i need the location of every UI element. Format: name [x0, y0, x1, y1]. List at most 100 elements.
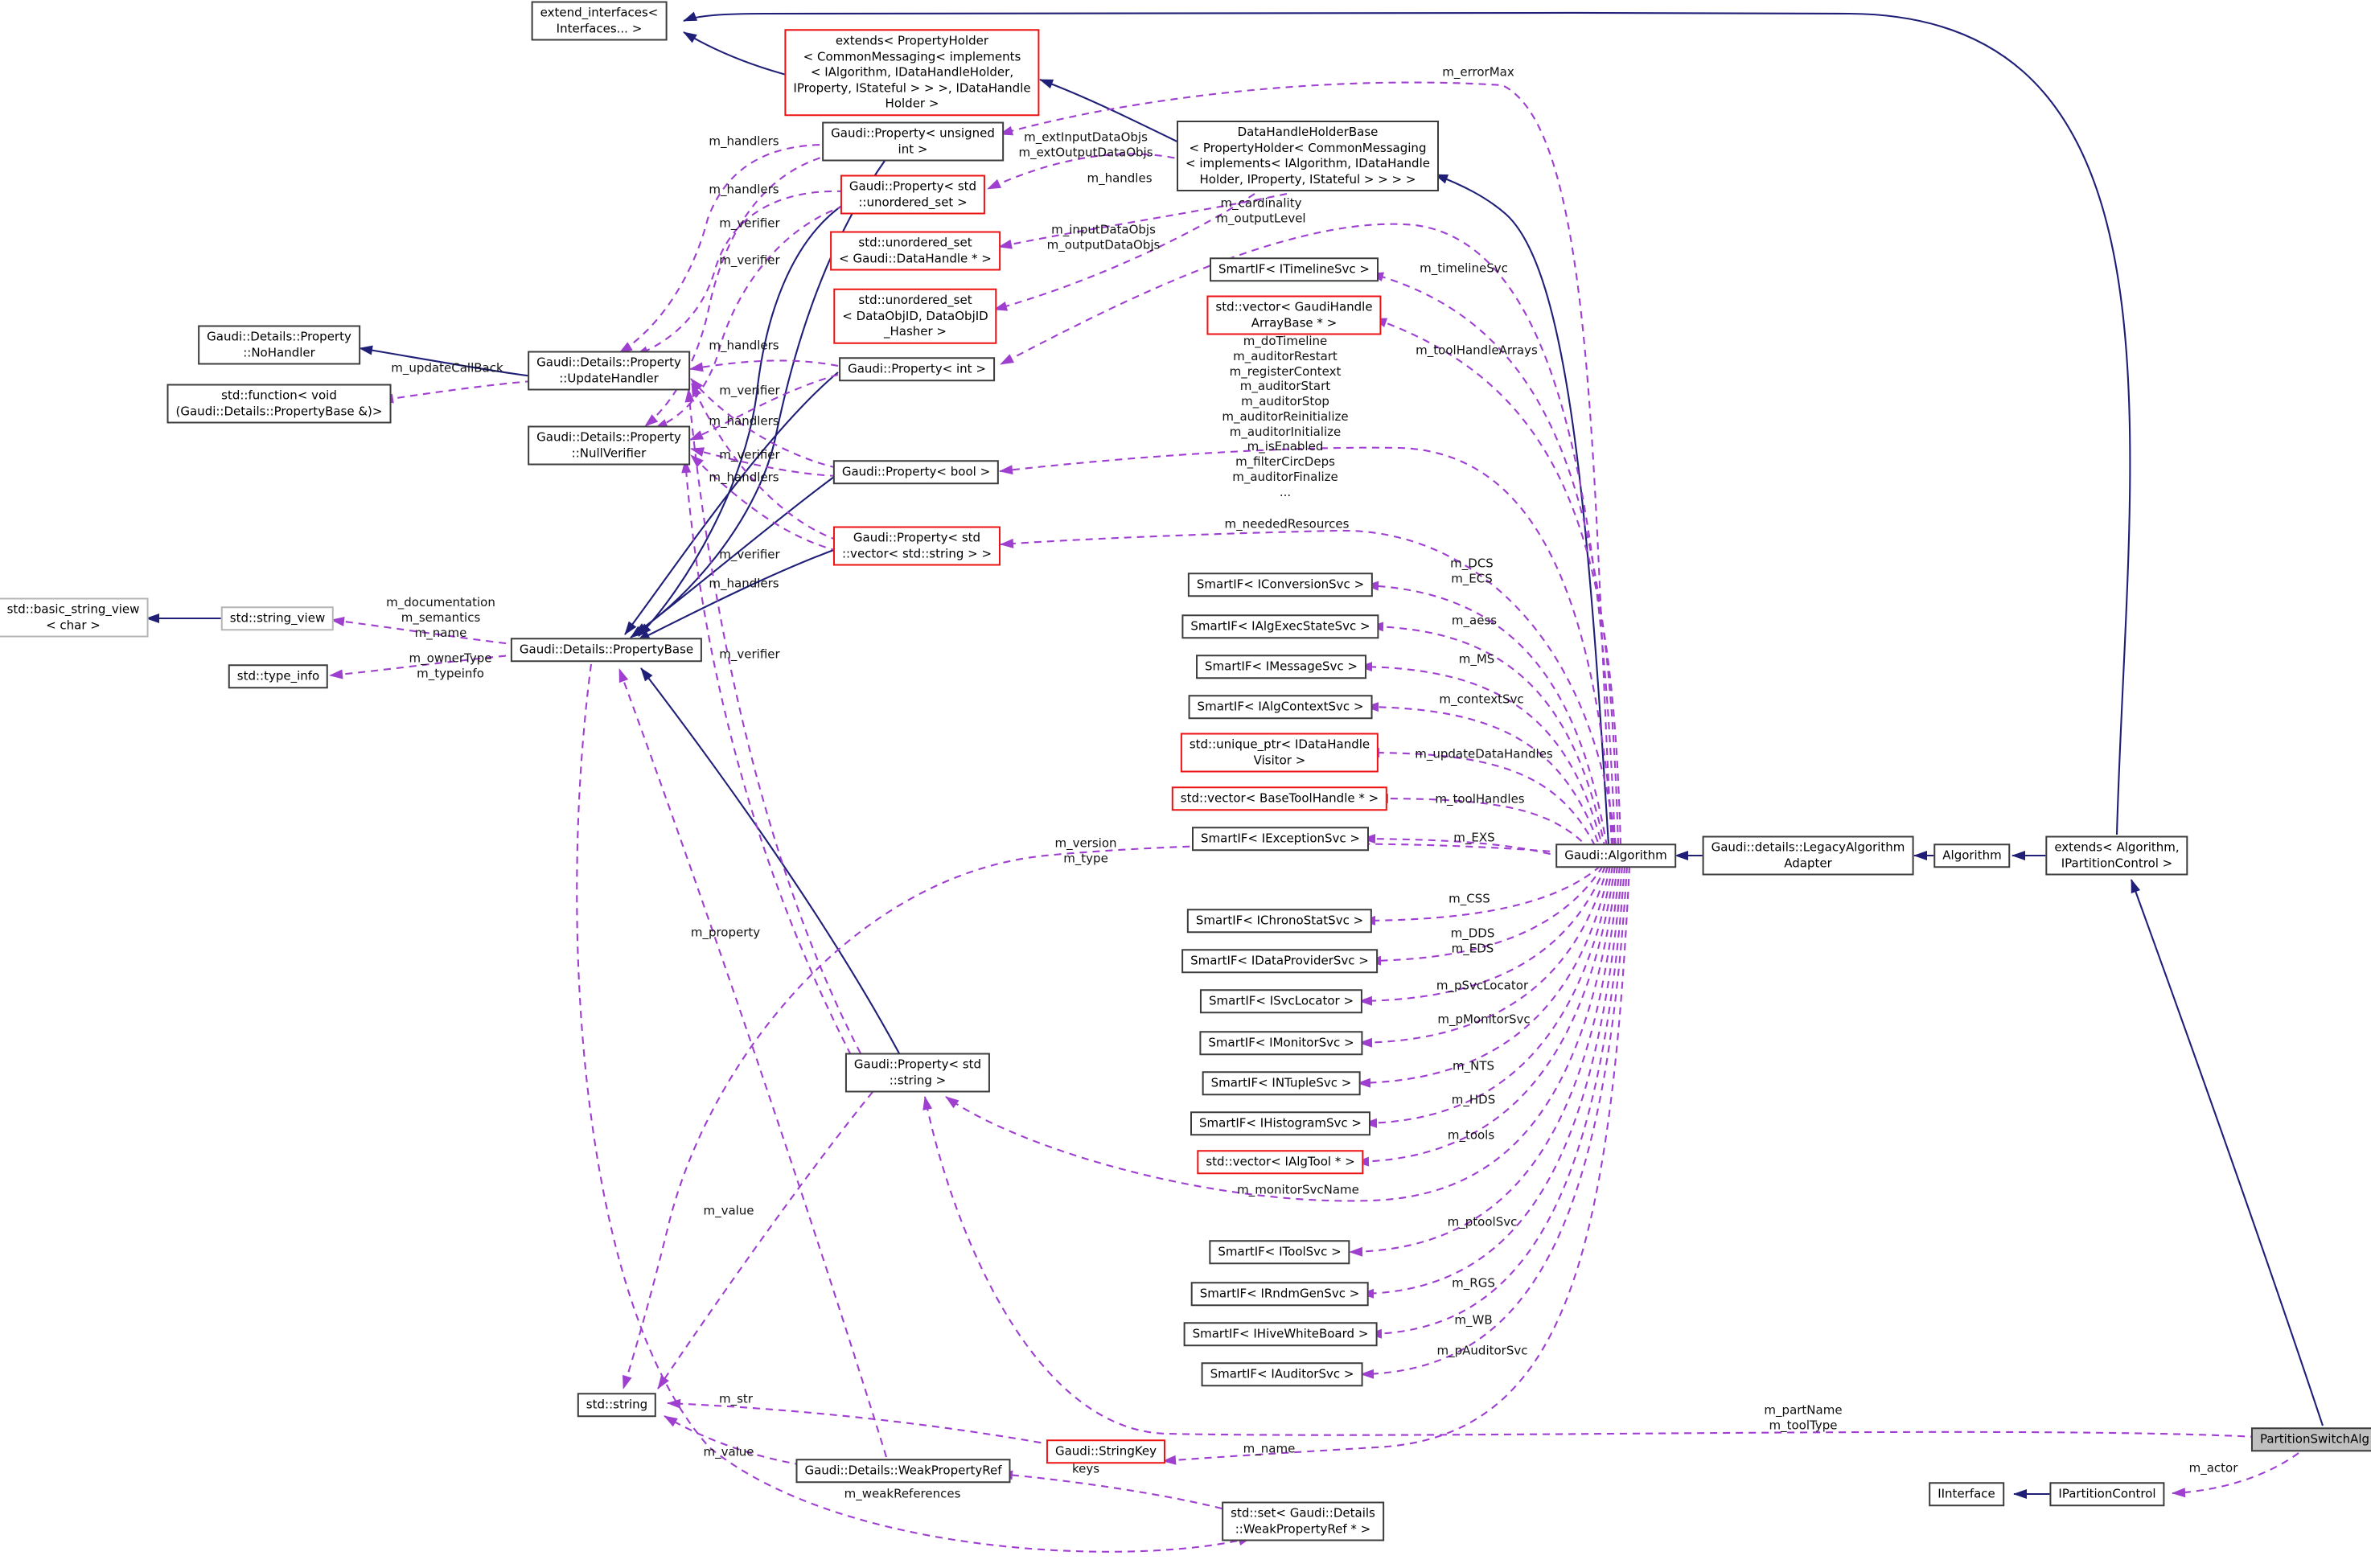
node-datahandleholderbase[interactable]: DataHandleHolderBase < PropertyHolder< C…: [1177, 121, 1439, 191]
edge-label-m-handlers: m_handlers: [709, 470, 779, 486]
edge-label-m-nts: m_NTS: [1453, 1059, 1494, 1074]
edge-label-m-verifier: m_verifier: [719, 216, 779, 232]
node-smartif-ichronostatsvc[interactable]: SmartIF< IChronoStatSvc >: [1187, 909, 1372, 933]
usage-edge: [690, 360, 838, 369]
node-std-string[interactable]: std::string: [577, 1393, 656, 1417]
node-smartif-iauditorsvc[interactable]: SmartIF< IAuditorSvc >: [1202, 1362, 1363, 1386]
usage-edge: [688, 389, 861, 1053]
edge-label-m-tools: m_tools: [1448, 1128, 1494, 1143]
node-vector-gaudihandlearraybase[interactable]: std::vector< GaudiHandle ArrayBase * >: [1206, 296, 1381, 335]
edge-label-m-pauditorsvc: m_pAuditorSvc: [1437, 1344, 1528, 1359]
edge-label-m-extdataobjs: m_extInputDataObjs m_extOutputDataObjs: [1018, 129, 1153, 160]
node-prop-int[interactable]: Gaudi::Property< int >: [839, 357, 995, 381]
node-smartif-irndmgensvc[interactable]: SmartIF< IRndmGenSvc >: [1191, 1282, 1369, 1306]
edge-label-m-verifier: m_verifier: [719, 384, 779, 399]
node-string-view[interactable]: std::string_view: [221, 606, 334, 630]
edge-label-m-toolhandlearrays: m_toolHandleArrays: [1416, 343, 1538, 359]
edge-label-m-handlers: m_handlers: [709, 414, 779, 429]
usage-edge: [577, 664, 1251, 1552]
edge-label-m-rgs: m_RGS: [1452, 1276, 1495, 1291]
node-unique-ptr-idatahandlevisitor[interactable]: std::unique_ptr< IDataHandle Visitor >: [1181, 733, 1379, 773]
inheritance-edge: [684, 32, 792, 76]
edge-label-m-version-type: m_version m_type: [1054, 835, 1116, 866]
node-weakpropertyref[interactable]: Gaudi::Details::WeakPropertyRef: [795, 1459, 1010, 1483]
edge-label-m-value: m_value: [703, 1445, 754, 1460]
inheritance-edge: [2131, 880, 2323, 1426]
node-nohandler[interactable]: Gaudi::Details::Property ::NoHandler: [198, 326, 360, 365]
edge-label-m-dataobjs: m_inputDataObjs m_outputDataObjs: [1047, 222, 1161, 252]
edge-label-m-handlers: m_handlers: [709, 134, 779, 150]
node-prop-unsigned-int[interactable]: Gaudi::Property< unsigned int >: [822, 122, 1004, 162]
edge-label-m-handlers: m_handlers: [709, 183, 779, 198]
edge-label-m-timelinesvc: m_timelineSvc: [1420, 261, 1508, 277]
edge-label-m-psvclocator: m_pSvcLocator: [1436, 979, 1528, 994]
node-smartif-itoolsvc[interactable]: SmartIF< IToolSvc >: [1209, 1240, 1350, 1264]
edge-label-m-neededresources: m_neededResources: [1225, 517, 1350, 532]
usage-edge: [619, 145, 832, 353]
node-vector-basetoolhandle[interactable]: std::vector< BaseToolHandle * >: [1172, 786, 1387, 811]
node-unordered-set-dataobjid[interactable]: std::unordered_set < DataObjID, DataObjI…: [833, 289, 996, 344]
edge-label-m-ptoolsvc: m_ptoolSvc: [1448, 1215, 1518, 1230]
node-type-info[interactable]: std::type_info: [228, 664, 328, 688]
edge-label-bool-properties: m_doTimeline m_auditorRestart m_register…: [1222, 334, 1348, 499]
node-stringkey[interactable]: Gaudi::StringKey: [1046, 1439, 1165, 1463]
node-smartif-intuplesvc[interactable]: SmartIF< INTupleSvc >: [1202, 1071, 1361, 1095]
node-extends-algorithm-ipartitioncontrol[interactable]: extends< Algorithm, IPartitionControl >: [2045, 836, 2188, 876]
edge-label-m-toolhandles: m_toolHandles: [1435, 792, 1524, 807]
node-prop-bool[interactable]: Gaudi::Property< bool >: [833, 460, 999, 484]
usage-edge: [380, 381, 532, 400]
edge-label-m-updatecallback: m_updateCallBack: [391, 361, 503, 376]
node-smartif-iexceptionsvc[interactable]: SmartIF< IExceptionSvc >: [1192, 827, 1369, 851]
node-smartif-itimelinesvc[interactable]: SmartIF< ITimelineSvc >: [1210, 257, 1379, 281]
node-prop-unordered-set[interactable]: Gaudi::Property< std ::unordered_set >: [840, 175, 985, 215]
edge-label-m-actor: m_actor: [2189, 1461, 2238, 1476]
usage-edge: [925, 1097, 2258, 1437]
edge-label-m-monitorsvcname: m_monitorSvcName: [1237, 1183, 1359, 1198]
node-std-function[interactable]: std::function< void (Gaudi::Details::Pro…: [167, 384, 392, 424]
edge-label-m-wb: m_WB: [1454, 1313, 1492, 1328]
node-unordered-set-datahandle[interactable]: std::unordered_set < Gaudi::DataHandle *…: [830, 232, 1001, 271]
node-nullverifier[interactable]: Gaudi::Details::Property ::NullVerifier: [528, 426, 690, 466]
node-gaudi-algorithm[interactable]: Gaudi::Algorithm: [1555, 844, 1676, 868]
node-smartif-imonitorsvc[interactable]: SmartIF< IMonitorSvc >: [1199, 1031, 1362, 1055]
edge-label-m-css: m_CSS: [1448, 892, 1490, 907]
node-smartif-iconversionsvc[interactable]: SmartIF< IConversionSvc >: [1188, 573, 1373, 597]
usage-edge: [1369, 866, 1625, 1334]
node-smartif-isvclocator[interactable]: SmartIF< ISvcLocator >: [1200, 989, 1362, 1013]
inheritance-edge: [641, 668, 899, 1053]
node-iinterface[interactable]: IInterface: [1929, 1482, 2004, 1506]
node-prop-vector-string[interactable]: Gaudi::Property< std ::vector< std::stri…: [833, 527, 1001, 566]
edge-label-m-hds: m_HDS: [1452, 1093, 1495, 1108]
node-propertybase[interactable]: Gaudi::Details::PropertyBase: [511, 638, 702, 662]
node-smartif-ialgcontextsvc[interactable]: SmartIF< IAlgContextSvc >: [1189, 695, 1373, 719]
edge-label-m-ms: m_MS: [1459, 652, 1495, 667]
node-smartif-ihistogramsvc[interactable]: SmartIF< IHistogramSvc >: [1190, 1111, 1370, 1135]
node-legacy-algorithm-adapter[interactable]: Gaudi::details::LegacyAlgorithm Adapter: [1703, 836, 1914, 876]
node-prop-string[interactable]: Gaudi::Property< std ::string >: [845, 1053, 990, 1093]
node-smartif-imessagesvc[interactable]: SmartIF< IMessageSvc >: [1196, 655, 1366, 679]
edge-label-m-contextsvc: m_contextSvc: [1439, 692, 1523, 708]
node-std-set-weakpropertyref[interactable]: std::set< Gaudi::Details ::WeakPropertyR…: [1222, 1502, 1384, 1541]
edge-label-m-handlers: m_handlers: [709, 577, 779, 592]
node-smartif-idataprovidersvc[interactable]: SmartIF< IDataProviderSvc >: [1181, 949, 1378, 973]
edge-label-m-aess: m_aess: [1452, 614, 1497, 629]
node-ipartitioncontrol[interactable]: IPartitionControl: [2049, 1482, 2164, 1506]
usage-edge: [1000, 1474, 1235, 1512]
node-extends-propertyholder[interactable]: extends< PropertyHolder < CommonMessagin…: [784, 29, 1039, 116]
edge-label-m-ownertype: m_ownerType m_typeinfo: [409, 651, 492, 681]
edge-label-m-pmonitorsvc: m_pMonitorSvc: [1437, 1012, 1530, 1028]
edge-label-m-partname-tooltype: m_partName m_toolType: [1764, 1402, 1842, 1433]
node-extend-interfaces[interactable]: extend_interfaces< Interfaces... >: [532, 2, 668, 41]
node-algorithm[interactable]: Algorithm: [1933, 844, 2010, 868]
edge-label-m-documentation: m_documentation m_semantics m_name: [386, 595, 495, 640]
edge-label-m-weakreferences: m_weakReferences: [844, 1487, 961, 1502]
edge-label-m-handles: m_handles: [1087, 171, 1152, 187]
node-smartif-ihivewhiteboard[interactable]: SmartIF< IHiveWhiteBoard >: [1184, 1322, 1378, 1346]
edge-label-m-updatedatahandles: m_updateDataHandles: [1415, 747, 1553, 762]
node-vector-ialgtool[interactable]: std::vector< IAlgTool * >: [1197, 1150, 1363, 1174]
node-updatehandler[interactable]: Gaudi::Details::Property ::UpdateHandler: [528, 351, 690, 391]
usage-edge: [668, 1403, 1054, 1445]
node-basic-string-view[interactable]: std::basic_string_view < char >: [0, 598, 148, 638]
edge-label-m-name: m_name: [1243, 1442, 1296, 1457]
node-smartif-ialgexecstatesvc[interactable]: SmartIF< IAlgExecStateSvc >: [1181, 614, 1379, 638]
